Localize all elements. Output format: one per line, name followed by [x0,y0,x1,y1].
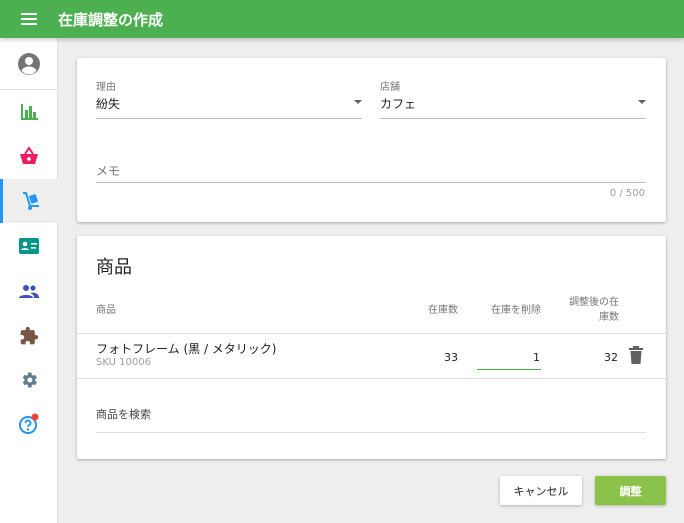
bar-chart-icon [21,104,38,120]
product-in-stock: 33 [444,351,458,364]
sidebar-item-sales[interactable] [0,134,58,178]
column-header-after: 調整後の在庫数 [569,297,619,323]
sidebar-item-reports[interactable] [0,90,58,134]
notification-badge [31,413,39,421]
basket-icon [20,147,38,164]
products-card: 商品 商品 在庫数 在庫を削除 調整後の在庫数 フォトフレーム (黒 / メタリ… [77,236,666,459]
sidebar-item-inventory[interactable] [0,179,58,223]
sidebar-item-settings[interactable] [0,358,58,402]
column-header-remove: 在庫を削除 [491,305,541,316]
sidebar-item-help[interactable] [0,402,58,446]
gear-icon [22,372,37,388]
product-search-input[interactable]: 商品を検索 [96,406,151,422]
people-icon [19,285,39,298]
reason-select[interactable]: 理由 紛失 [96,78,362,119]
store-label: 店舗 [380,82,400,93]
remove-quantity-input[interactable]: 1 [477,346,541,370]
dropdown-arrow-icon [638,100,646,104]
dropdown-arrow-icon [354,100,362,104]
products-title: 商品 [96,257,132,278]
adjust-button[interactable]: 調整 [595,476,666,505]
store-select[interactable]: 店舗 カフェ [380,78,646,119]
cancel-button[interactable]: キャンセル [500,476,582,505]
account-circle-icon [18,53,40,75]
id-card-icon [19,238,39,254]
adjustment-details-card: 理由 紛失 店舗 カフェ メモ 0 / 500 [77,58,666,222]
sidebar-item-employees[interactable] [0,269,58,313]
sidebar-item-account[interactable] [0,42,58,86]
product-after-stock: 32 [604,351,618,364]
reason-label: 理由 [96,82,116,93]
store-value: カフェ [380,97,417,111]
app-bar: 在庫調整の作成 [0,0,684,38]
delete-icon[interactable] [628,346,644,364]
memo-input[interactable]: メモ [96,162,120,179]
hand-truck-icon [22,192,39,210]
sidebar-item-customers[interactable] [0,224,58,268]
sidebar [0,38,58,523]
column-header-product: 商品 [96,305,116,316]
puzzle-icon [20,326,39,345]
product-sku: SKU 10006 [96,357,151,368]
column-header-in-stock: 在庫数 [428,305,458,316]
menu-icon [21,13,37,25]
memo-counter: 0 / 500 [609,188,645,199]
menu-button[interactable] [0,0,58,38]
help-icon [19,413,39,434]
sidebar-item-apps[interactable] [0,314,58,358]
reason-value: 紛失 [96,97,121,111]
product-name: フォトフレーム (黒 / メタリック) [96,342,277,356]
page-title: 在庫調整の作成 [58,10,164,29]
